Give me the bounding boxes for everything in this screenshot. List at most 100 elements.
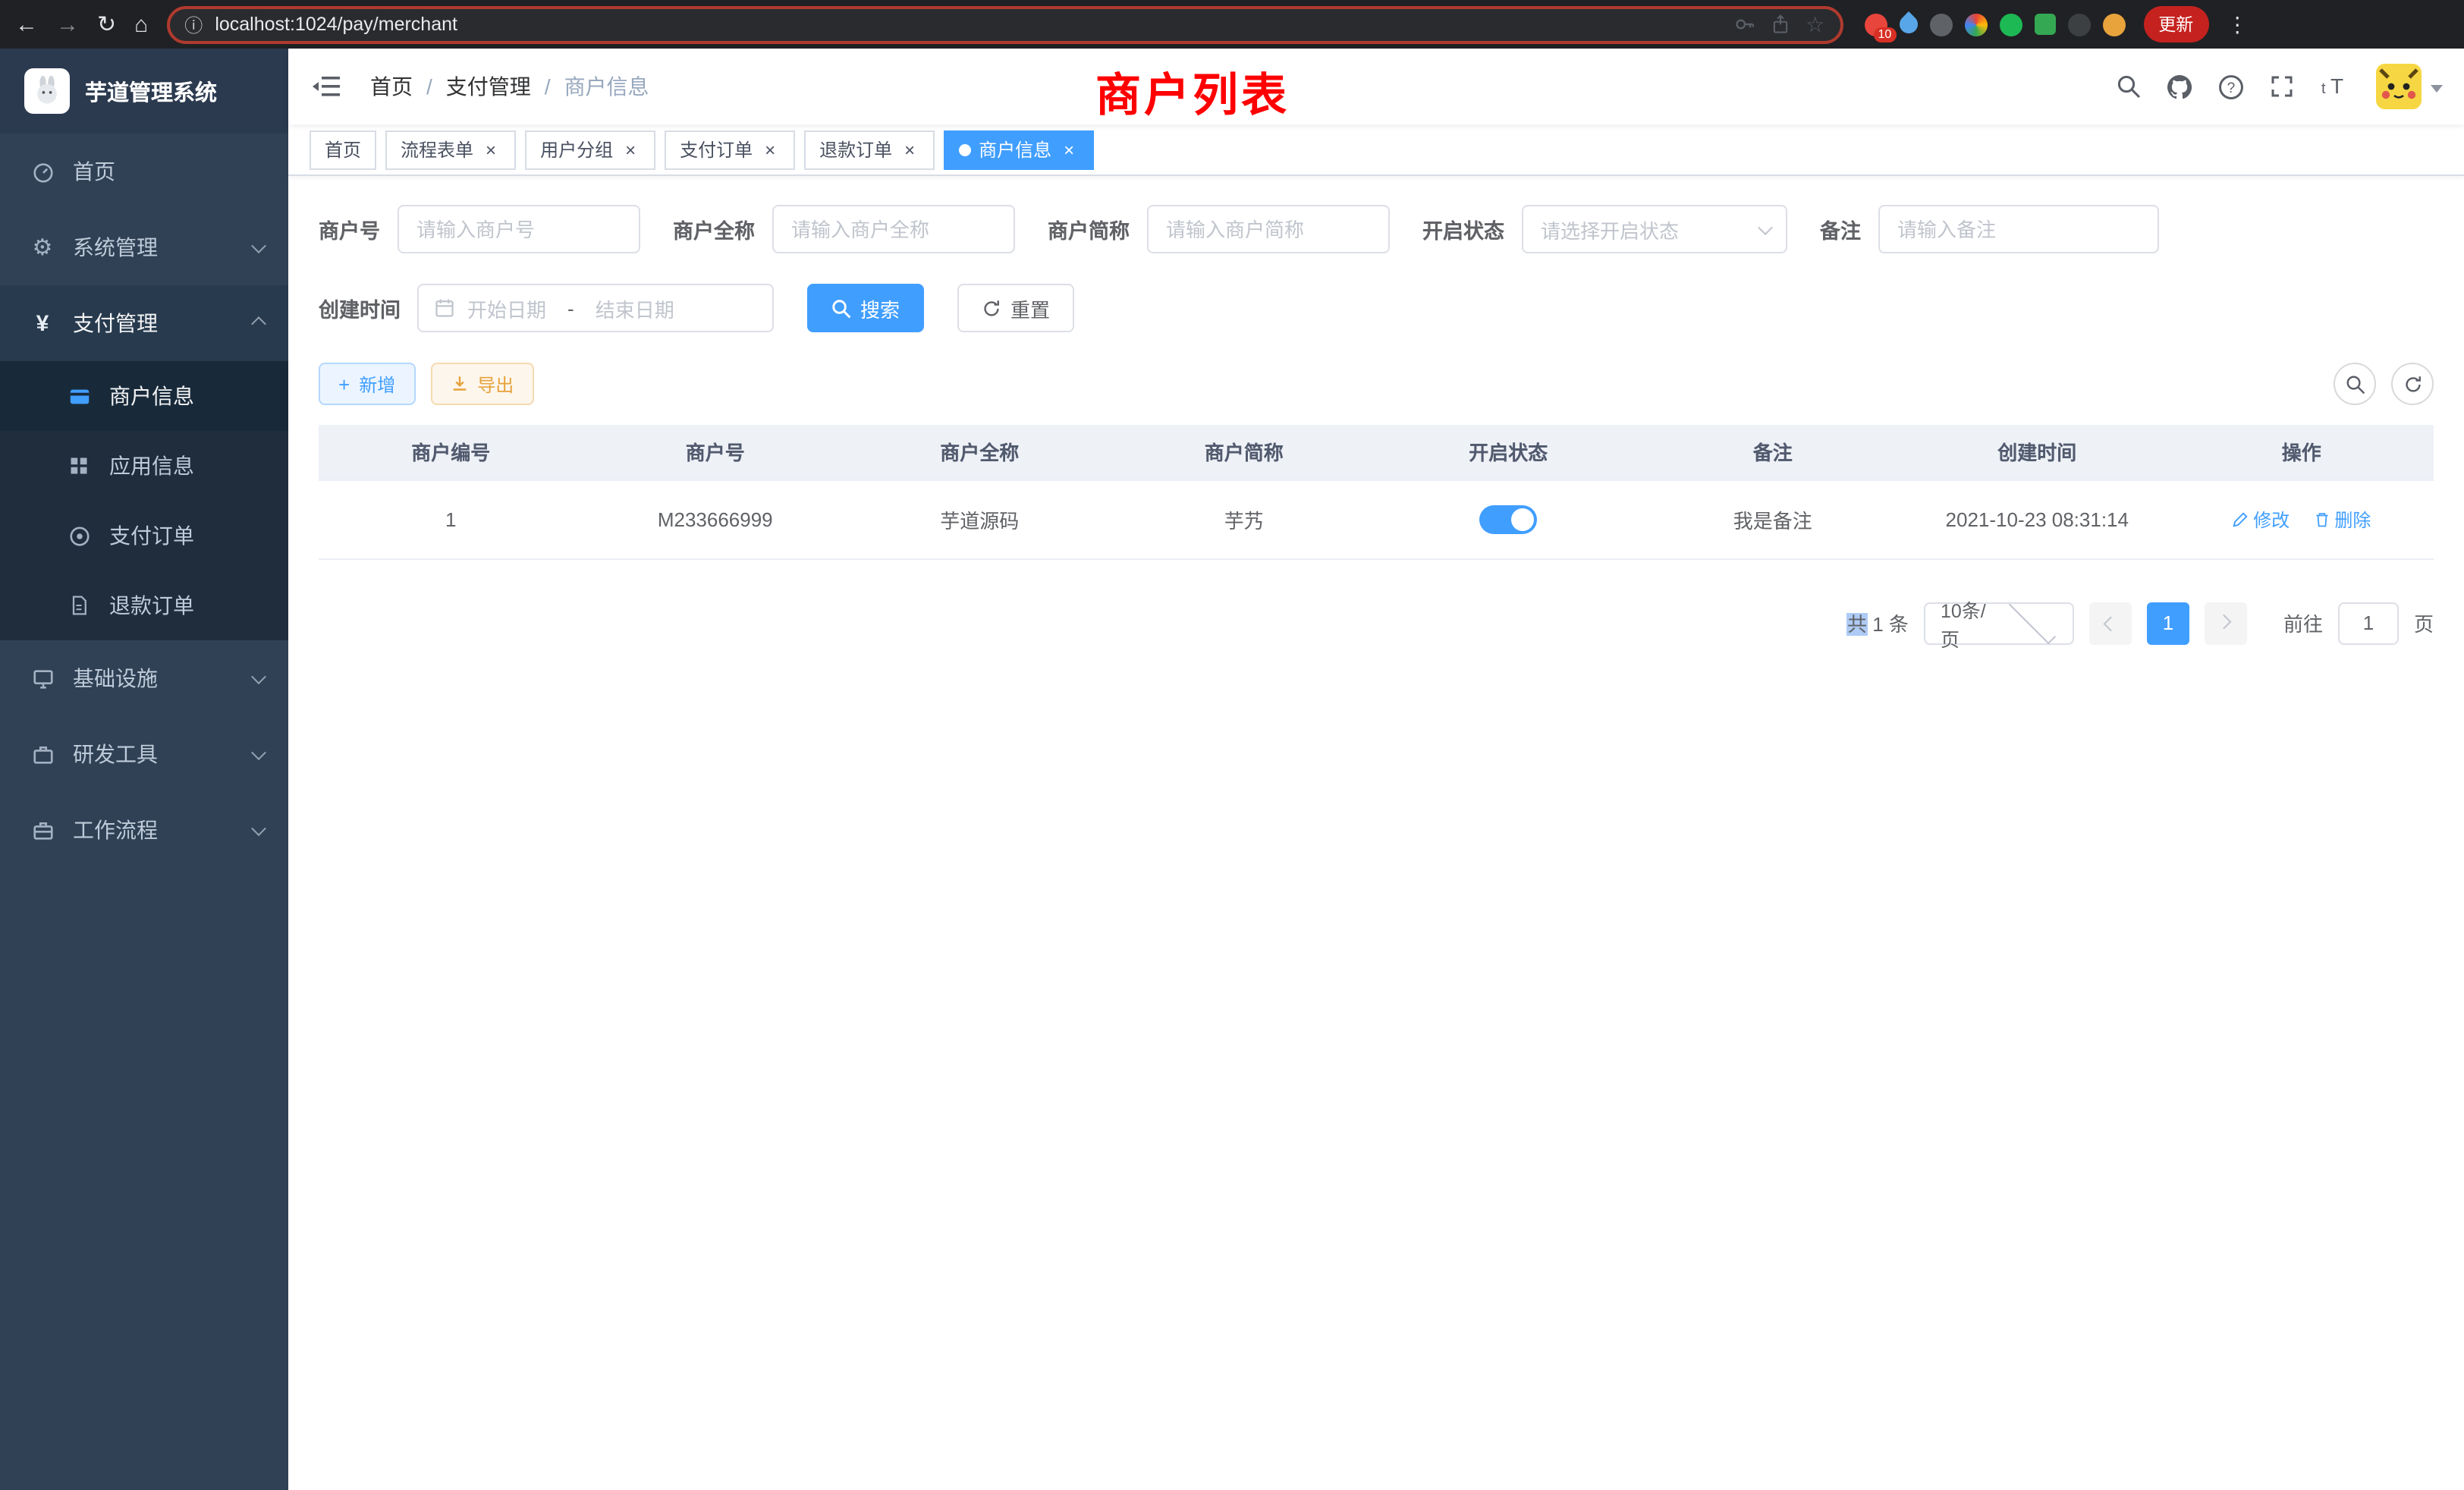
sidebar-item-payment[interactable]: ¥ 支付管理 — [0, 285, 288, 361]
extension-color-icon[interactable] — [1964, 13, 1987, 36]
tab-refund-order[interactable]: 退款订单 × — [804, 130, 935, 169]
merchant-no-input[interactable] — [397, 205, 640, 253]
extension-gray-icon[interactable] — [1929, 13, 1952, 36]
page-size-select[interactable]: 10条/页 — [1924, 602, 2074, 644]
extension-drop-icon[interactable] — [1895, 11, 1921, 37]
font-size-icon[interactable]: tT — [2320, 74, 2350, 99]
forward-icon[interactable]: → — [56, 13, 79, 36]
search-button[interactable]: 搜索 — [807, 284, 924, 332]
url-text[interactable]: localhost:1024/pay/merchant — [215, 14, 1722, 35]
tab-pay-order[interactable]: 支付订单 × — [665, 130, 795, 169]
cell-create-time: 2021-10-23 08:31:14 — [1905, 479, 2170, 558]
tab-label: 支付订单 — [680, 137, 753, 162]
merchant-name-input[interactable] — [772, 205, 1014, 253]
plus-icon: + — [338, 374, 350, 394]
share-icon[interactable] — [1771, 14, 1790, 35]
reset-button[interactable]: 重置 — [957, 284, 1074, 332]
filter-label: 商户简称 — [1048, 214, 1130, 244]
browser-menu-icon[interactable]: ⋮ — [2227, 11, 2248, 37]
tab-process-form[interactable]: 流程表单 × — [385, 130, 516, 169]
merchant-table: 商户编号 商户号 商户全称 商户简称 开启状态 备注 创建时间 操作 1 — [319, 425, 2434, 559]
breadcrumb-payment[interactable]: 支付管理 — [446, 71, 531, 102]
sidebar-item-pay-order[interactable]: 支付订单 — [0, 501, 288, 571]
reload-icon[interactable]: ↻ — [97, 13, 116, 36]
user-menu[interactable] — [2376, 64, 2443, 109]
extension-pin-icon[interactable] — [2067, 13, 2090, 36]
edit-button[interactable]: 修改 — [2232, 506, 2290, 532]
refresh-icon[interactable] — [2391, 363, 2434, 405]
grid-icon — [67, 455, 91, 476]
password-key-icon[interactable] — [1734, 14, 1755, 35]
goto-page-input[interactable] — [2338, 602, 2399, 644]
chrome-update-button[interactable]: 更新 — [2143, 6, 2208, 42]
filter-label: 创建时间 — [319, 293, 401, 323]
back-icon[interactable]: ← — [15, 13, 38, 36]
next-page-button[interactable] — [2205, 602, 2247, 644]
gear-icon: ⚙ — [30, 234, 55, 261]
status-select[interactable]: 请选择开启状态 — [1521, 205, 1787, 253]
filter-merchant-name: 商户全称 — [673, 205, 1014, 253]
sidebar-item-app-info[interactable]: 应用信息 — [0, 431, 288, 501]
app-logo[interactable]: 芋道管理系统 — [0, 49, 288, 134]
sidebar-item-label: 工作流程 — [73, 815, 235, 845]
export-button[interactable]: 导出 — [430, 363, 533, 405]
home-icon[interactable]: ⌂ — [134, 13, 148, 36]
column-header: 商户简称 — [1112, 425, 1377, 479]
status-toggle[interactable] — [1479, 505, 1537, 533]
sidebar-item-infra[interactable]: 基础设施 — [0, 640, 288, 716]
extension-puzzle-icon[interactable]: 10 — [1864, 13, 1887, 36]
help-icon[interactable]: ? — [2218, 74, 2244, 99]
reset-button-label: 重置 — [1010, 294, 1050, 322]
extension-green-square-icon[interactable] — [2034, 14, 2055, 35]
delete-button[interactable]: 删除 — [2313, 506, 2371, 532]
column-header: 操作 — [2170, 425, 2434, 479]
chevron-down-icon — [251, 820, 266, 835]
sidebar-fold-icon[interactable] — [310, 70, 343, 103]
profile-avatar-icon[interactable] — [2102, 13, 2125, 36]
create-time-range-picker[interactable]: 开始日期 - 结束日期 — [417, 284, 774, 332]
goto-label: 前往 — [2283, 608, 2323, 637]
close-icon[interactable]: × — [900, 140, 919, 159]
select-placeholder: 请选择开启状态 — [1541, 215, 1759, 244]
sidebar-item-label: 首页 — [73, 156, 264, 187]
sidebar-item-system[interactable]: ⚙ 系统管理 — [0, 209, 288, 285]
sidebar-item-label: 基础设施 — [73, 663, 235, 693]
page-1-button[interactable]: 1 — [2147, 602, 2189, 644]
pagination: 共 1 条 10条/页 1 前往 页 — [319, 602, 2434, 644]
tab-merchant-info[interactable]: 商户信息 × — [944, 130, 1094, 169]
address-bar[interactable]: ⓘ localhost:1024/pay/merchant ☆ — [166, 5, 1843, 43]
tab-user-group[interactable]: 用户分组 × — [525, 130, 655, 169]
header-search-icon[interactable] — [2117, 74, 2141, 99]
workflow-icon — [30, 819, 55, 841]
page-info-icon[interactable]: ⓘ — [184, 11, 203, 37]
github-icon[interactable] — [2167, 74, 2192, 99]
add-button[interactable]: + 新增 — [319, 363, 415, 405]
monitor-icon — [30, 667, 55, 690]
sidebar-item-label: 系统管理 — [73, 232, 235, 262]
close-icon[interactable]: × — [1059, 140, 1079, 159]
extension-green-circle-icon[interactable] — [1999, 13, 2022, 36]
filter-row-1: 商户号 商户全称 商户简称 开启状态 请选择开启状态 — [319, 205, 2434, 253]
sidebar-item-home[interactable]: 首页 — [0, 134, 288, 209]
sidebar-item-refund-order[interactable]: 退款订单 — [0, 571, 288, 640]
breadcrumb-home[interactable]: 首页 — [370, 71, 413, 102]
svg-text:t: t — [2321, 80, 2326, 97]
bookmark-star-icon[interactable]: ☆ — [1806, 11, 1824, 37]
tab-home[interactable]: 首页 — [310, 130, 376, 169]
navbar: 首页 / 支付管理 / 商户信息 ? — [288, 49, 2464, 124]
close-icon[interactable]: × — [621, 140, 640, 159]
close-icon[interactable]: × — [481, 140, 501, 159]
main-area: 商户列表 首页 / 支付管理 / 商户信息 — [288, 49, 2464, 1490]
tags-view: 首页 流程表单 × 用户分组 × 支付订单 × 退款订单 × — [288, 124, 2464, 176]
fullscreen-icon[interactable] — [2270, 74, 2294, 99]
payment-submenu: 商户信息 应用信息 支付订单 — [0, 361, 288, 640]
prev-page-button[interactable] — [2089, 602, 2132, 644]
sidebar-item-merchant-info[interactable]: 商户信息 — [0, 361, 288, 431]
close-icon[interactable]: × — [760, 140, 780, 159]
merchant-short-input[interactable] — [1146, 205, 1389, 253]
sidebar-item-workflow[interactable]: 工作流程 — [0, 792, 288, 868]
bank-card-icon — [67, 385, 91, 407]
remark-input[interactable] — [1878, 205, 2158, 253]
toggle-search-icon[interactable] — [2334, 363, 2376, 405]
sidebar-item-devtools[interactable]: 研发工具 — [0, 716, 288, 792]
